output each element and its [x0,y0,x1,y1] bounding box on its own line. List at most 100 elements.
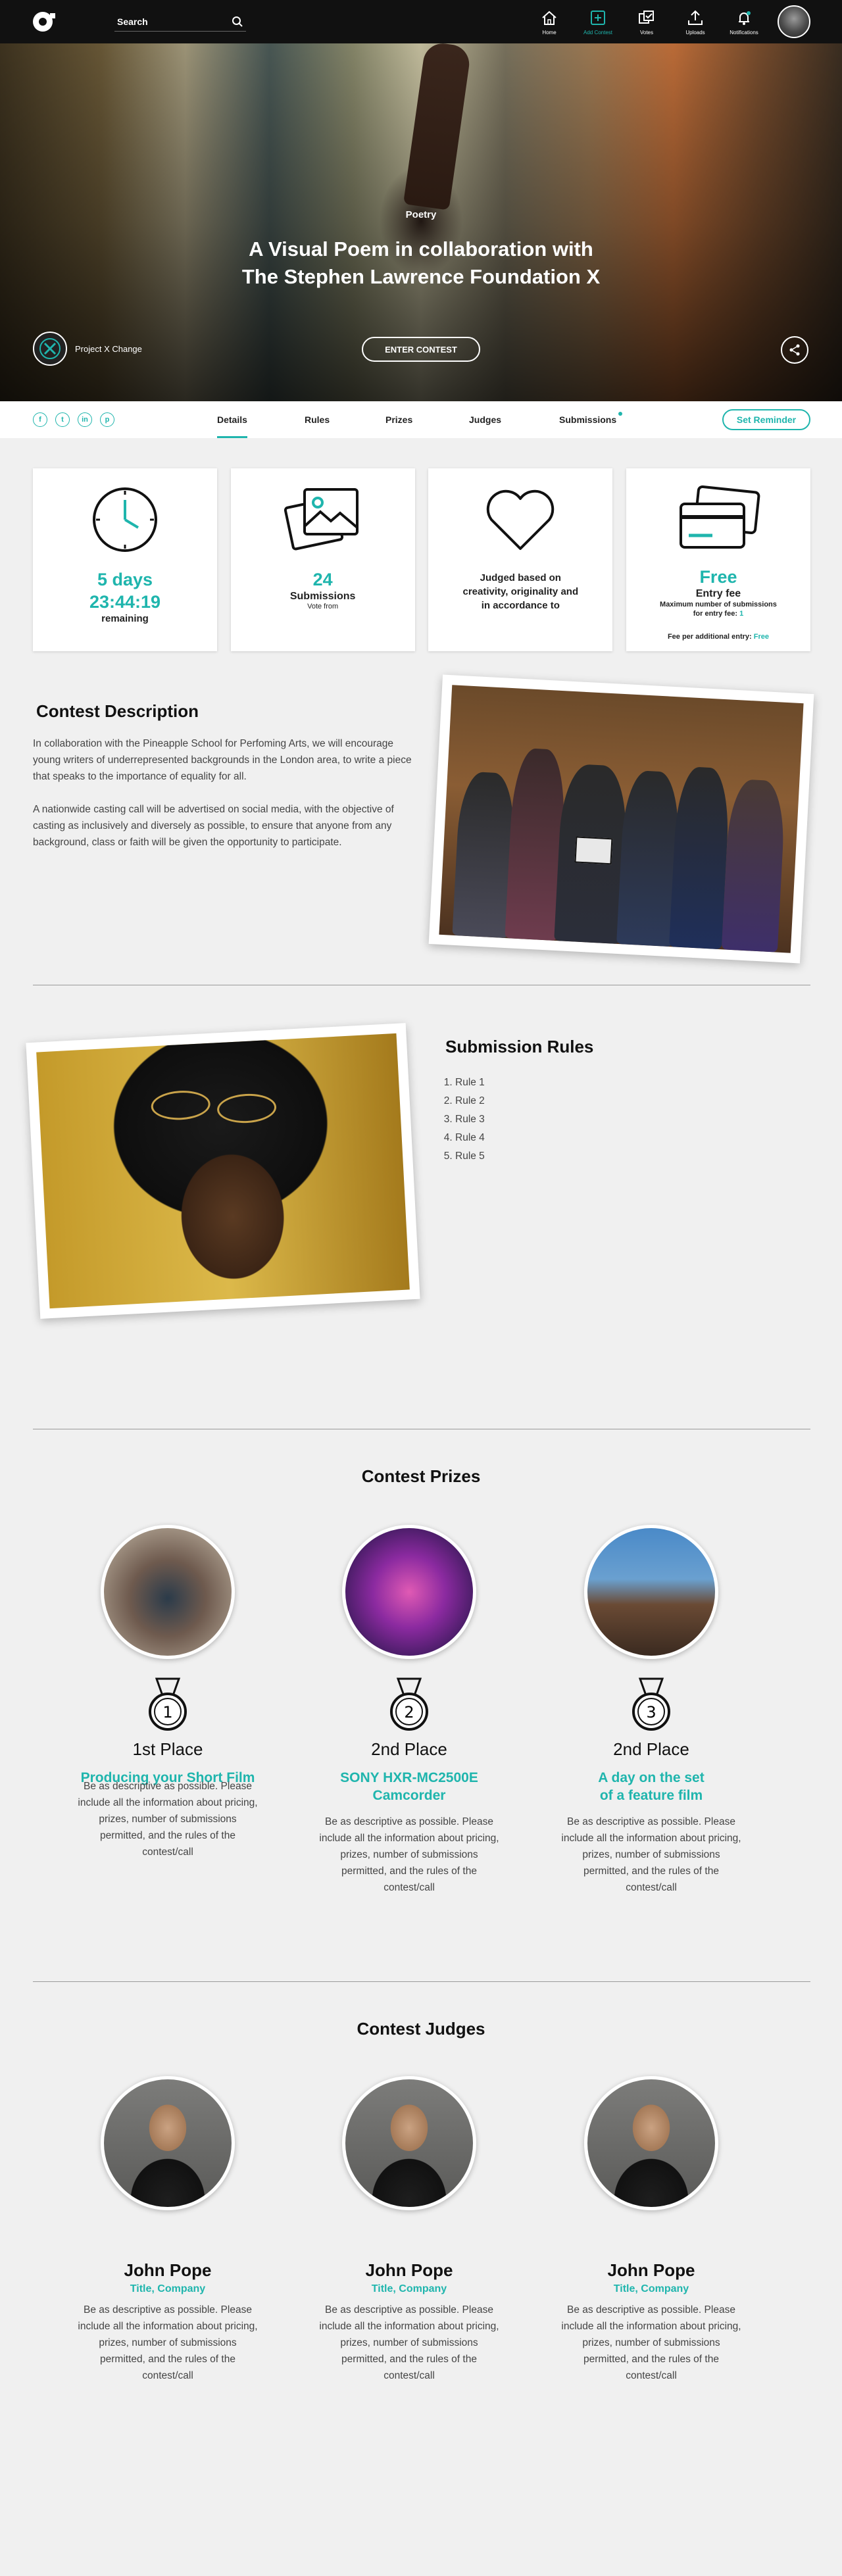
nav-votes-label: Votes [639,29,653,36]
prize-name: SONY HXR-MC2500E Camcorder [310,1769,508,1804]
tab-prizes[interactable]: Prizes [385,401,412,438]
description-paragraph-1: In collaboration with the Pineapple Scho… [33,738,412,782]
prize-card-2: 2 2nd Place SONY HXR-MC2500E Camcorder B… [310,1525,508,1896]
nav-add-contest[interactable]: Add Contest [583,9,613,36]
prize-photo-film-set [584,1525,718,1659]
contest-title-line2: The Stephen Lawrence Foundation X [241,265,601,288]
section-divider [33,1981,810,1982]
prize-place: 2nd Place [613,1739,689,1759]
contest-title-line1: A Visual Poem in collaboration with [249,237,593,260]
judge-photo [584,2076,718,2210]
votes-icon [639,10,654,24]
enter-contest-button[interactable]: ENTER CONTEST [362,337,480,362]
pinterest-icon[interactable]: p [100,412,114,427]
days-remaining: 5 days [97,570,153,589]
additional-entry-fee-value: Free [753,633,769,641]
medal-number: 1 [162,1703,172,1721]
nav-notifications[interactable]: Notifications [729,9,759,36]
contest-description-heading: Contest Description [36,701,199,721]
judge-title: Title, Company [130,2283,206,2294]
nav-uploads-label: Uploads [685,29,705,36]
entry-fee-card: Free Entry fee Maximum number of submiss… [626,468,810,651]
prize-description: Be as descriptive as possible. Please in… [319,1816,499,1893]
glasses-left [150,1089,211,1122]
tab-submissions[interactable]: Submissions [559,401,623,438]
rule-item: Rule 5 [455,1147,485,1166]
home-icon [542,11,557,25]
prize-description: Be as descriptive as possible. Please in… [78,1781,258,1858]
contest-category: Poetry [405,209,437,220]
prize-place: 2nd Place [371,1739,447,1759]
organizer-name: Project X Change [75,343,142,354]
new-indicator-dot [618,412,623,416]
prize-card-1: 1 1st Place Producing your Short Film Be… [69,1525,266,1860]
organizer-logo [33,332,67,366]
credit-card-icon [679,485,760,549]
search-icon[interactable] [232,16,243,28]
user-avatar[interactable] [778,5,810,38]
judge-title: Title, Company [371,2283,447,2294]
judge-title: Title, Company [613,2283,689,2294]
prize-name-line2: Camcorder [372,1788,446,1803]
organizer[interactable]: Project X Change [33,332,142,366]
judging-criteria-text: Judged based on creativity, originality … [462,572,579,611]
facebook-icon[interactable]: f [33,412,47,427]
glasses-right [216,1092,278,1125]
submissions-card: 24 Submissions Vote from [230,468,415,651]
submission-rules-list: Rule 1 Rule 2 Rule 3 Rule 4 Rule 5 [455,1074,485,1166]
contest-title: A Visual Poem in collaboration with The … [0,235,842,291]
rule-item: Rule 4 [455,1129,485,1147]
contest-info-cards: 5 days 23:44:19 remaining 24 Submissions… [33,468,810,651]
submission-rules-heading: Submission Rules [445,1037,594,1056]
medal-icon: 1 [149,1677,187,1731]
cast-group-photo [428,674,814,964]
max-submissions-row: for entry fee: 1 [693,609,743,618]
medal-icon: 3 [632,1677,670,1731]
main-nav: Home Add Contest Votes Uploads Notificat… [534,5,810,38]
nav-notifications-label: Notifications [730,29,758,36]
top-navbar: Home Add Contest Votes Uploads Notificat… [0,0,842,43]
judge-description: Be as descriptive as possible. Please in… [561,2304,741,2381]
set-reminder-button[interactable]: Set Reminder [722,409,810,430]
time-remaining-card: 5 days 23:44:19 remaining [33,468,217,651]
search-bar [114,12,246,32]
nav-uploads[interactable]: Uploads [680,9,710,36]
judge-card-2: John Pope Title, Company Be as descripti… [310,2076,508,2384]
additional-entry-fee-row: Fee per additional entry: Free [668,633,769,641]
search-input[interactable] [117,16,216,27]
judge-card-1: John Pope Title, Company Be as descripti… [69,2076,266,2384]
submissions-label: Submissions [289,591,356,602]
max-submissions-label: Maximum number of submissions [660,601,777,608]
twitter-icon[interactable]: t [55,412,70,427]
prize-name-line1: SONY HXR-MC2500E [340,1770,478,1785]
clapperboard [574,836,613,865]
medal-number: 3 [646,1703,656,1721]
nav-home[interactable]: Home [534,9,564,36]
social-links: f t in p [33,412,114,427]
add-contest-icon [591,10,605,25]
nav-add-contest-label: Add Contest [583,29,613,36]
tab-details[interactable]: Details [217,401,247,438]
linkedin-icon[interactable]: in [78,412,92,427]
heart-icon [487,489,555,550]
nav-votes[interactable]: Votes [632,9,662,36]
logo[interactable] [32,11,62,33]
medal-number: 2 [404,1703,414,1721]
tab-rules[interactable]: Rules [305,401,330,438]
judge-description: Be as descriptive as possible. Please in… [78,2304,258,2381]
judge-card-3: John Pope Title, Company Be as descripti… [553,2076,750,2384]
share-button[interactable] [781,336,808,364]
contest-description-body: In collaboration with the Pineapple Scho… [33,735,414,867]
entry-fee-value: Free [699,567,737,587]
upload-icon [688,10,703,25]
tab-judges[interactable]: Judges [469,401,501,438]
prize-description: Be as descriptive as possible. Please in… [561,1816,741,1893]
contest-prizes-heading: Contest Prizes [361,1466,481,1486]
remaining-label: remaining [101,613,149,624]
entry-fee-label: Entry fee [695,588,741,599]
judge-description: Be as descriptive as possible. Please in… [319,2304,499,2381]
max-submissions-value: 1 [739,610,744,618]
additional-entry-fee-label: Fee per additional entry: [667,633,752,641]
prize-place: 1st Place [132,1739,203,1759]
medal-icon: 2 [390,1677,428,1731]
